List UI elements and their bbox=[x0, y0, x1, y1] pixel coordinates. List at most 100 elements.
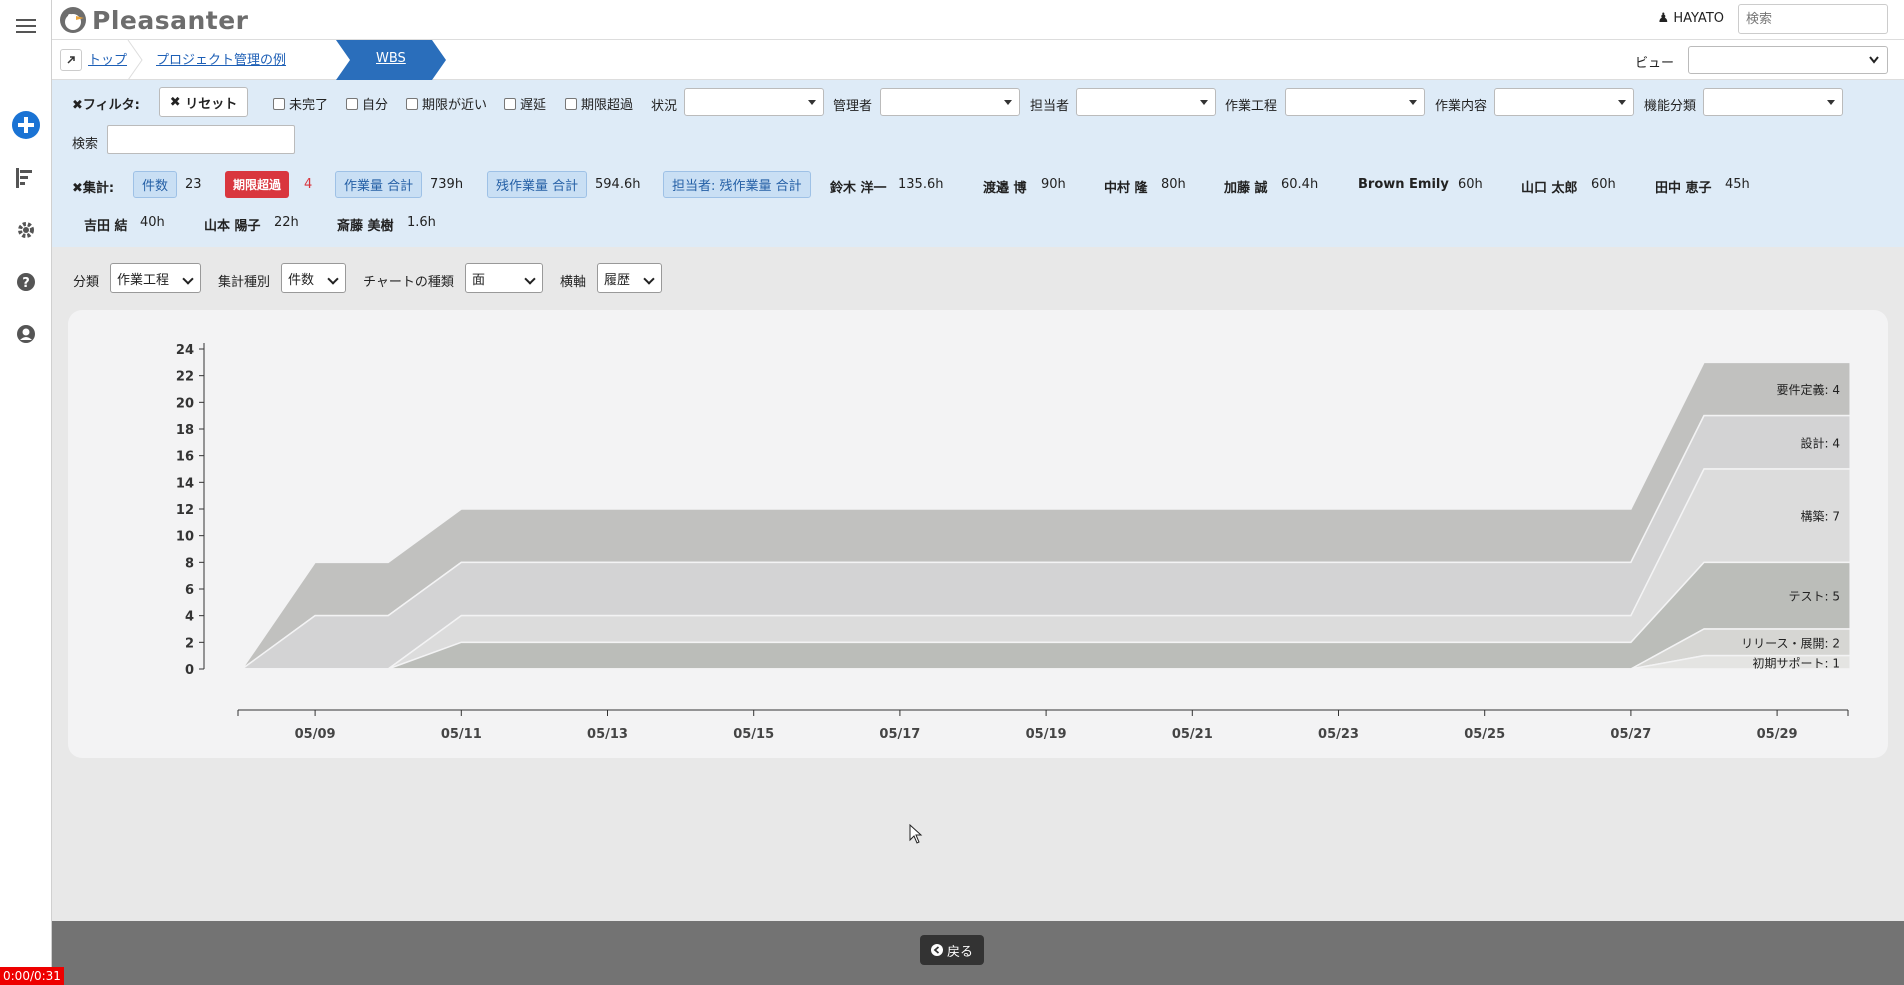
gear-icon[interactable] bbox=[10, 214, 42, 246]
person-value: 60.4h bbox=[1281, 177, 1319, 192]
checkbox-label: 期限が近い bbox=[422, 98, 488, 113]
aggregation-select[interactable]: 件数 bbox=[281, 263, 346, 293]
category-select[interactable]: 作業工程 bbox=[110, 263, 201, 293]
penguin-logo-icon bbox=[60, 7, 86, 33]
series-label: 要件定義: 4 bbox=[1777, 382, 1841, 397]
chart-panel: 0 2 4 6 8 10 12 14 16 18 20 22 24 初期サポート: 1 リリース・展開: 2… bbox=[68, 310, 1888, 758]
close-icon: ✖ bbox=[169, 94, 186, 110]
work-content-label: 作業内容 bbox=[1435, 99, 1488, 114]
person-value: 1.6h bbox=[407, 215, 436, 230]
overdue-value: 4 bbox=[304, 177, 313, 192]
process-label: 作業工程 bbox=[1225, 99, 1278, 114]
back-label: 戻る bbox=[946, 944, 973, 960]
left-rail: ? bbox=[0, 0, 52, 985]
chart-type-select[interactable]: 面 bbox=[465, 263, 543, 293]
assignee-remain-pill: 担当者: 残作業量 合計 bbox=[663, 171, 811, 198]
filter-search-input[interactable] bbox=[107, 125, 295, 154]
person-name: Brown Emily bbox=[1358, 177, 1449, 192]
person-name: 中村 隆 bbox=[1104, 181, 1148, 196]
person-name: 渡邉 博 bbox=[983, 181, 1027, 196]
remain-total-pill: 残作業量 合計 bbox=[487, 171, 588, 198]
checkbox-overdue[interactable]: 期限超過 bbox=[565, 94, 633, 113]
person-name: 加藤 誠 bbox=[1224, 181, 1268, 196]
person-name: 田中 恵子 bbox=[1655, 181, 1712, 196]
link-icon[interactable] bbox=[60, 49, 82, 71]
user-label: HAYATO bbox=[1673, 11, 1724, 26]
person-value: 22h bbox=[274, 215, 299, 230]
manager-select[interactable] bbox=[880, 88, 1020, 116]
x-tick-label: 05/15 bbox=[733, 727, 774, 742]
checkbox-box bbox=[273, 97, 285, 110]
reset-button[interactable]: ✖ リセット bbox=[159, 87, 248, 117]
checkbox-incomplete[interactable]: 未完了 bbox=[273, 94, 328, 113]
global-search-input[interactable] bbox=[1738, 4, 1888, 34]
person-value: 80h bbox=[1161, 177, 1186, 192]
work-content-select[interactable] bbox=[1494, 88, 1634, 116]
feature-category-label: 機能分類 bbox=[1644, 99, 1697, 114]
app-logo[interactable]: Pleasanter bbox=[58, 2, 249, 38]
back-arrow-icon bbox=[930, 944, 943, 956]
person-name: 吉田 結 bbox=[84, 219, 128, 234]
close-icon: ✖ bbox=[72, 98, 83, 113]
checkbox-label: 未完了 bbox=[289, 98, 329, 113]
checkbox-label: 自分 bbox=[362, 98, 389, 113]
summary-title[interactable]: ✖集計: bbox=[72, 177, 114, 196]
top-header: Pleasanter ♟ HAYATO bbox=[52, 0, 1904, 40]
svg-text:?: ? bbox=[22, 276, 30, 291]
person-value: 60h bbox=[1591, 177, 1616, 192]
y-tick-label: 10 bbox=[176, 530, 194, 545]
y-tick-label: 14 bbox=[176, 476, 194, 491]
checkbox-box bbox=[504, 97, 516, 110]
view-select[interactable] bbox=[1688, 46, 1888, 74]
x-tick-label: 05/13 bbox=[587, 727, 628, 742]
hamburger-menu-icon[interactable] bbox=[10, 10, 42, 42]
checkbox-box bbox=[565, 97, 577, 110]
add-new-icon[interactable] bbox=[10, 109, 42, 141]
series-label: 初期サポート: 1 bbox=[1753, 656, 1841, 670]
x-tick-label: 05/11 bbox=[441, 727, 482, 742]
person-name: 鈴木 洋一 bbox=[830, 181, 887, 196]
assignee-select[interactable] bbox=[1076, 88, 1216, 116]
overdue-badge: 期限超過 bbox=[225, 171, 290, 198]
person-value: 40h bbox=[140, 215, 165, 230]
user-account-icon[interactable] bbox=[10, 318, 42, 350]
process-select[interactable] bbox=[1285, 88, 1425, 116]
user-icon: ♟ bbox=[1657, 11, 1670, 26]
person-name: 斎藤 美樹 bbox=[337, 219, 394, 234]
count-value: 23 bbox=[185, 177, 202, 192]
checkbox-delayed[interactable]: 遅延 bbox=[504, 94, 546, 113]
app-name: Pleasanter bbox=[92, 5, 249, 35]
y-tick-label: 8 bbox=[185, 556, 194, 571]
status-label: 状況 bbox=[651, 99, 678, 114]
aggregation-label: 集計種別 bbox=[218, 275, 271, 290]
breadcrumb-top[interactable]: トップ bbox=[88, 49, 127, 68]
breadcrumb-project[interactable]: プロジェクト管理の例 bbox=[156, 49, 286, 68]
search-label: 検索 bbox=[72, 137, 99, 152]
x-tick-label: 05/09 bbox=[295, 727, 336, 742]
chart-type-label: チャートの種類 bbox=[363, 275, 454, 290]
feature-category-select[interactable] bbox=[1703, 88, 1843, 116]
filter-panel: ✖フィルタ: ✖ リセット 未完了 自分 期限が近い 遅延 期限超過 状況 管理… bbox=[52, 80, 1904, 247]
checkbox-mine[interactable]: 自分 bbox=[346, 94, 388, 113]
breadcrumb-wbs[interactable]: WBS bbox=[336, 40, 446, 80]
person-name: 山口 太郎 bbox=[1521, 181, 1578, 196]
person-value: 45h bbox=[1725, 177, 1750, 192]
checkbox-near-due[interactable]: 期限が近い bbox=[406, 94, 487, 113]
checkbox-box bbox=[406, 97, 418, 110]
mouse-cursor-icon bbox=[909, 824, 923, 844]
person-name: 山本 陽子 bbox=[204, 219, 261, 234]
remain-total-value: 594.6h bbox=[595, 177, 641, 192]
series-label: リリース・展開: 2 bbox=[1741, 636, 1840, 650]
x-tick-label: 05/21 bbox=[1172, 727, 1213, 742]
gantt-icon[interactable] bbox=[10, 162, 42, 194]
status-select[interactable] bbox=[684, 88, 824, 116]
back-button[interactable]: 戻る bbox=[920, 935, 984, 965]
filter-title[interactable]: ✖フィルタ: bbox=[72, 94, 140, 113]
timer: 0:00/0:31 bbox=[0, 967, 64, 985]
help-icon[interactable]: ? bbox=[10, 266, 42, 298]
summary-title-label: 集計: bbox=[82, 181, 115, 196]
work-total-value: 739h bbox=[430, 177, 464, 192]
x-tick-label: 05/19 bbox=[1026, 727, 1067, 742]
user-name[interactable]: ♟ HAYATO bbox=[1658, 11, 1724, 26]
x-axis-select[interactable]: 履歴 bbox=[597, 263, 662, 293]
